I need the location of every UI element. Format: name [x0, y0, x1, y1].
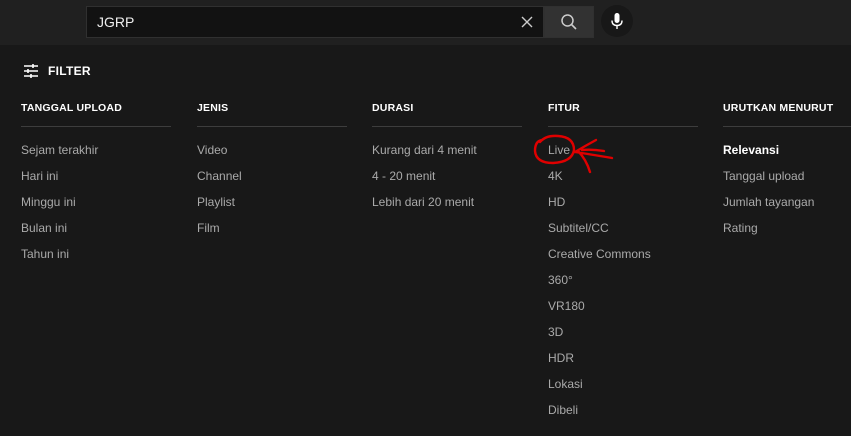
filter-option-location[interactable]: Lokasi — [548, 371, 698, 397]
top-bar — [0, 0, 851, 45]
filter-option-today[interactable]: Hari ini — [21, 163, 171, 189]
filter-group-title: FITUR — [548, 102, 580, 114]
sort-option-relevance[interactable]: Relevansi — [723, 137, 851, 163]
filter-option-over-20-min[interactable]: Lebih dari 20 menit — [372, 189, 522, 215]
search-button[interactable] — [544, 6, 594, 38]
filter-option-this-year[interactable]: Tahun ini — [21, 241, 171, 267]
divider — [548, 126, 698, 127]
filter-group-title: TANGGAL UPLOAD — [21, 102, 122, 114]
filter-option-under-4-min[interactable]: Kurang dari 4 menit — [372, 137, 522, 163]
search-input[interactable] — [97, 7, 507, 37]
filter-option-this-week[interactable]: Minggu ini — [21, 189, 171, 215]
filter-option-film[interactable]: Film — [197, 215, 347, 241]
filter-group-sort-by: URUTKAN MENURUT Relevansi Tanggal upload… — [723, 102, 851, 241]
filter-option-last-hour[interactable]: Sejam terakhir — [21, 137, 171, 163]
filter-option-360[interactable]: 360° — [548, 267, 698, 293]
filter-group-upload-date: TANGGAL UPLOAD Sejam terakhir Hari ini M… — [21, 102, 171, 267]
filter-toggle-button[interactable]: FILTER — [23, 63, 91, 79]
filter-option-live[interactable]: Live — [548, 137, 698, 163]
search-icon — [561, 14, 577, 30]
search-box — [86, 6, 545, 38]
filter-option-purchased[interactable]: Dibeli — [548, 397, 698, 423]
filter-option-channel[interactable]: Channel — [197, 163, 347, 189]
divider — [21, 126, 171, 127]
filter-option-hd[interactable]: HD — [548, 189, 698, 215]
filter-label: FILTER — [48, 64, 91, 78]
microphone-icon — [611, 13, 623, 29]
filter-option-vr180[interactable]: VR180 — [548, 293, 698, 319]
tune-icon — [24, 64, 38, 78]
sort-option-view-count[interactable]: Jumlah tayangan — [723, 189, 851, 215]
sort-option-upload-date[interactable]: Tanggal upload — [723, 163, 851, 189]
clear-search-button[interactable] — [517, 12, 537, 32]
filter-option-3d[interactable]: 3D — [548, 319, 698, 345]
divider — [372, 126, 522, 127]
filter-group-title: URUTKAN MENURUT — [723, 102, 834, 114]
filter-group-type: JENIS Video Channel Playlist Film — [197, 102, 347, 241]
sort-option-rating[interactable]: Rating — [723, 215, 851, 241]
filter-group-features: FITUR Live 4K HD Subtitel/CC Creative Co… — [548, 102, 698, 423]
filter-group-duration: DURASI Kurang dari 4 menit 4 - 20 menit … — [372, 102, 522, 215]
filter-group-title: DURASI — [372, 102, 414, 114]
filter-option-playlist[interactable]: Playlist — [197, 189, 347, 215]
divider — [723, 126, 851, 127]
filter-option-4-20-min[interactable]: 4 - 20 menit — [372, 163, 522, 189]
close-icon — [521, 16, 533, 28]
filter-option-4k[interactable]: 4K — [548, 163, 698, 189]
voice-search-button[interactable] — [601, 5, 633, 37]
filter-group-title: JENIS — [197, 102, 229, 114]
search-bar — [86, 6, 594, 38]
filter-option-creative-commons[interactable]: Creative Commons — [548, 241, 698, 267]
filter-option-video[interactable]: Video — [197, 137, 347, 163]
filter-option-this-month[interactable]: Bulan ini — [21, 215, 171, 241]
filter-option-hdr[interactable]: HDR — [548, 345, 698, 371]
filter-option-subtitles[interactable]: Subtitel/CC — [548, 215, 698, 241]
divider — [197, 126, 347, 127]
